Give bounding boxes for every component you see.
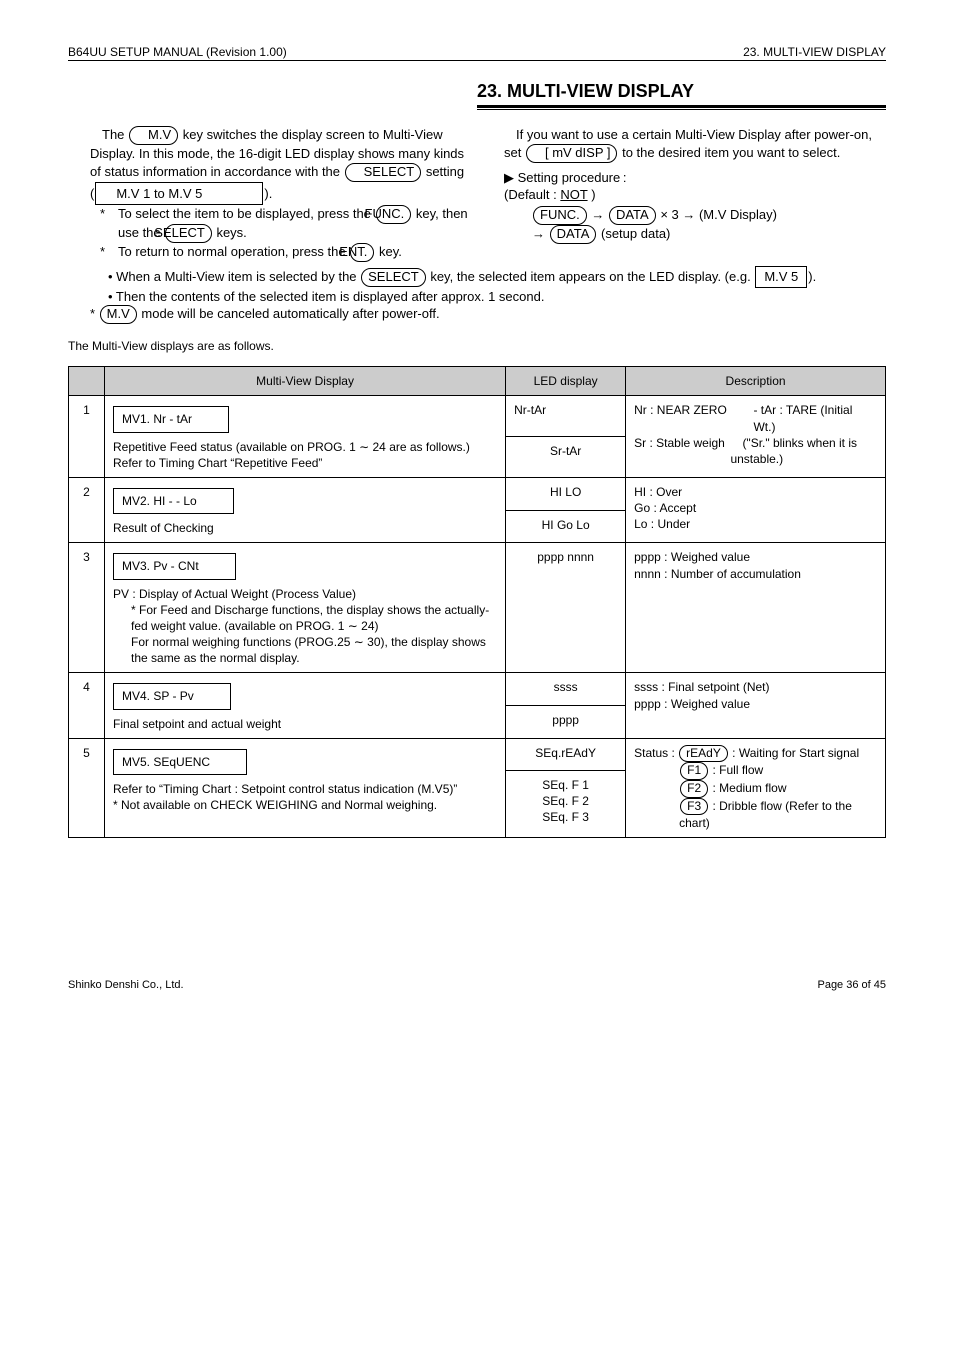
status-ready: rEAdY [679,745,728,763]
page-footer: Shinko Denshi Co., Ltd. Page 36 of 45 [68,978,886,993]
table-row: 4 MV4. SP - Pv Final setpoint and actual… [69,673,886,706]
row4-disp2: pppp [506,706,626,739]
row2-num: 2 [69,477,105,542]
left-bullet-1: • When a Multi-View item is selected by … [90,266,886,288]
key-ent: ENT. [350,243,374,262]
key-mv-disp: [ mV dISP ] [526,144,618,163]
left-bullets: • When a Multi-View item is selected by … [68,266,886,324]
footer-right: Page 36 of 45 [817,978,886,993]
key-data-2: DATA [550,225,597,244]
right-sub-a: ▶ Setting procedure : [504,169,886,187]
header-left: B64UU SETUP MANUAL (Revision 1.00) [68,44,287,60]
row5-num: 5 [69,738,105,838]
row5-box: MV5. SEqUENC [113,749,247,775]
intro-left-column: The M.V key switches the display screen … [68,126,472,262]
page-header: B64UU SETUP MANUAL (Revision 1.00) 23. M… [68,44,886,61]
row2-disp2: HI Go Lo [506,510,626,543]
th-mvd: Multi-View Display [105,367,506,396]
row3-box: MV3. Pv - CNt [113,553,236,579]
left-p2: *To select the item to be displayed, pre… [90,205,472,243]
row3-prog: MV3. Pv - CNt PV : Display of Actual Wei… [105,543,506,673]
table-header-row: Multi-View Display LED display Descripti… [69,367,886,396]
intro-right-column: If you want to use a certain Multi-View … [504,126,886,262]
multi-view-table: Multi-View Display LED display Descripti… [68,366,886,838]
row2-box: MV2. HI - - Lo [113,488,234,514]
left-p1: The M.V key switches the display screen … [90,126,472,205]
left-bullet-2: • Then the contents of the selected item… [90,288,886,306]
row3-num: 3 [69,543,105,673]
key-select-2: SELECT [165,224,212,243]
section-title: 23. MULTI-VIEW DISPLAY [477,79,886,103]
row5-prog: MV5. SEqUENC Refer to “Timing Chart : Se… [105,738,506,838]
key-mv-2: M.V [100,305,137,324]
row1-prog: MV1. Nr - tAr Repetitive Feed status (av… [105,396,506,478]
row5-desc: Status : rEAdY : Waiting for Start signa… [626,738,886,838]
key-func-2: FUNC. [533,206,587,225]
row1-num: 1 [69,396,105,478]
row4-box: MV4. SP - Pv [113,683,231,709]
status-f2: F2 [680,780,708,798]
table-row: 3 MV3. Pv - CNt PV : Display of Actual W… [69,543,886,673]
row4-desc: ssss : Final setpoint (Net) pppp : Weigh… [626,673,886,738]
table-row: 1 MV1. Nr - tAr Repetitive Feed status (… [69,396,886,437]
status-f1: F1 [680,762,708,780]
table-intro: The Multi-View displays are as follows. [68,338,886,354]
key-func: FUNC. [376,205,412,224]
row2-prog: MV2. HI - - Lo Result of Checking [105,477,506,542]
left-p3: *To return to normal operation, press th… [90,243,472,262]
key-mv: M.V [129,126,178,145]
right-p1: If you want to use a certain Multi-View … [504,126,886,162]
example-mv5-box: M.V 5 [755,266,807,288]
row4-disp: ssss [506,673,626,706]
right-sub-seq1: FUNC. → DATA × 3 → (M.V Display) [504,206,886,225]
select-range-box: M.V 1 to M.V 5 [95,182,263,206]
left-note: * M.V mode will be canceled automaticall… [90,305,886,324]
row5-disp2: SEq. F 1 SEq. F 2 SEq. F 3 [506,770,626,838]
table-row: 2 MV2. HI - - Lo Result of Checking HI L… [69,477,886,510]
th-blank [69,367,105,396]
th-led: LED display [506,367,626,396]
row2-disp: HI LO [506,477,626,510]
row5-disp: SEq.rEAdY [506,738,626,770]
row4-prog: MV4. SP - Pv Final setpoint and actual w… [105,673,506,738]
row3-disp: pppp nnnn [506,543,626,673]
header-right: 23. MULTI-VIEW DISPLAY [743,44,886,60]
row1-desc: Nr : NEAR ZERO- tAr : TARE (Initial Wt.)… [626,396,886,478]
right-sub-default: (Default : NOT ) [504,186,886,204]
row4-num: 4 [69,673,105,738]
table-row: 5 MV5. SEqUENC Refer to “Timing Chart : … [69,738,886,770]
row1-disp2: Sr-tAr [506,437,626,478]
right-sub-seq2: → DATA (setup data) [504,225,886,244]
section-divider [477,105,886,110]
status-f3: F3 [680,798,708,816]
key-select: SELECT [345,163,422,182]
footer-left: Shinko Denshi Co., Ltd. [68,978,184,993]
row1-box: MV1. Nr - tAr [113,406,229,432]
row2-desc: HI : Over Go : Accept Lo : Under [626,477,886,542]
key-select-3: SELECT [361,268,426,287]
key-data: DATA [609,206,656,225]
row1-disp: Nr-tAr [506,396,626,437]
row3-desc: pppp : Weighed value nnnn : Number of ac… [626,543,886,673]
th-desc: Description [626,367,886,396]
